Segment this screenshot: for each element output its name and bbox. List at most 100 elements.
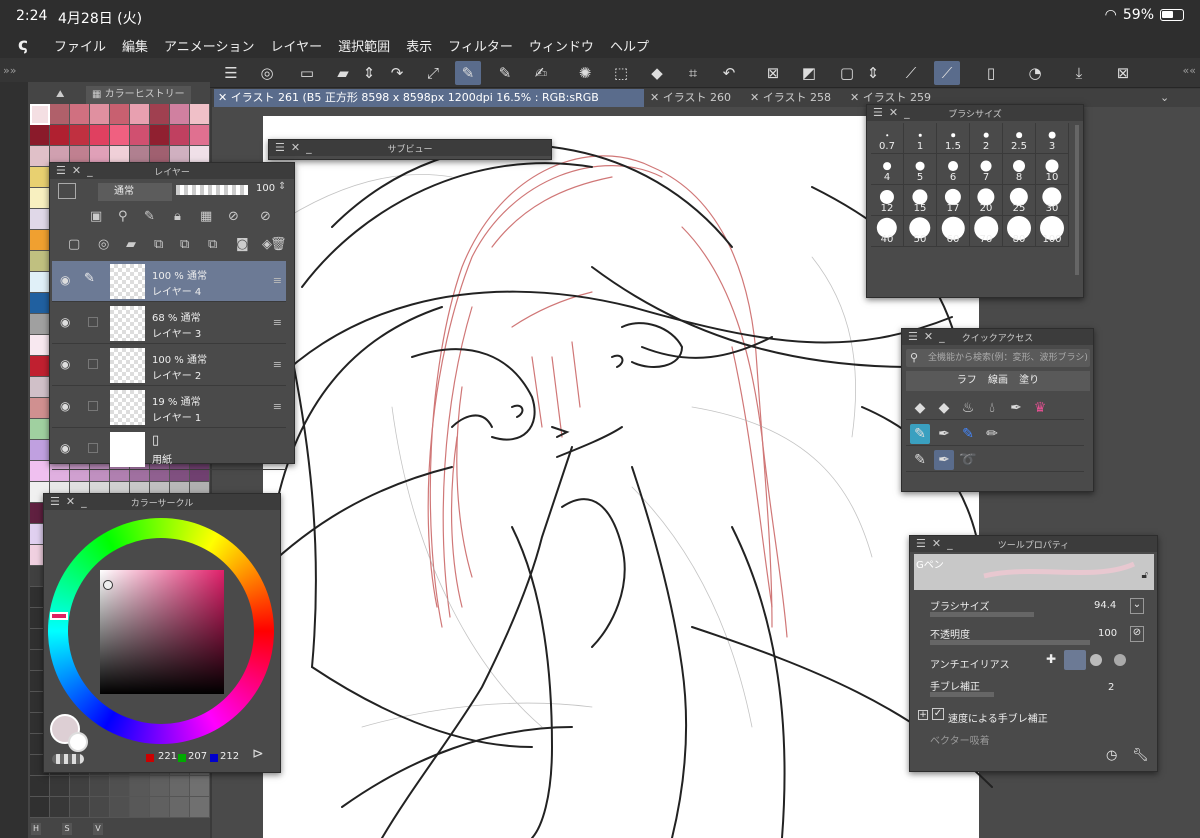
tool-c-icon[interactable]: ✍	[528, 61, 554, 85]
collapse-right-icon[interactable]: ««	[1183, 64, 1196, 77]
brush-size-cell[interactable]: 3	[1036, 123, 1069, 154]
color-swatch[interactable]	[30, 104, 50, 125]
layer-color-icon[interactable]	[58, 183, 76, 199]
layer-checkbox[interactable]	[88, 401, 98, 411]
color-swatch[interactable]	[90, 776, 110, 797]
layer-menu-icon[interactable]: ≡	[273, 274, 282, 287]
brush-size-cell[interactable]: 6	[937, 154, 970, 185]
color-history-tab[interactable]: ▦ カラーヒストリー	[86, 86, 191, 104]
clip-studio-icon[interactable]: ◎	[254, 61, 280, 85]
color-swatch[interactable]	[90, 797, 110, 818]
water-icon[interactable]: 💧︎	[982, 398, 1002, 418]
new-raster-icon[interactable]: ▢	[68, 237, 80, 252]
play-circle-icon[interactable]: ⊳	[252, 746, 264, 762]
brush-size-cell[interactable]: 30	[1036, 185, 1069, 216]
blend-tool-icon[interactable]: ♨	[958, 398, 978, 418]
blend-mode-select[interactable]: 通常	[98, 183, 172, 201]
paper-layer-row[interactable]: ◉ ▯ 用紙	[52, 429, 286, 470]
resize-icon[interactable]: ⤢	[420, 61, 446, 85]
doc-tab-260[interactable]: ✕ イラスト 260	[646, 89, 742, 107]
brush-size-cell[interactable]: 20	[970, 185, 1003, 216]
new-folder-icon[interactable]: ▰	[126, 237, 136, 252]
brush-size-cell[interactable]: 15	[904, 185, 937, 216]
open-folder-icon[interactable]: ▰	[330, 61, 356, 85]
brush-size-cell[interactable]: 40	[871, 216, 904, 247]
color-swatch[interactable]	[70, 797, 90, 818]
brush-size-scrollbar[interactable]	[1075, 125, 1079, 275]
cake-icon[interactable]: ♛	[1030, 398, 1050, 418]
antialias-weak-icon[interactable]	[1064, 650, 1086, 670]
menu-view[interactable]: 表示	[398, 36, 440, 55]
transfer-down-icon[interactable]: ⧉	[154, 237, 163, 252]
color-swatch[interactable]	[30, 251, 50, 272]
brush-size-cell[interactable]: 2	[970, 123, 1003, 154]
color-swatch[interactable]	[70, 776, 90, 797]
layer-row[interactable]: ◉ 19 % 通常 レイヤー 1 ≡	[52, 387, 286, 428]
collapse-left-icon[interactable]: »»	[3, 64, 16, 77]
color-swatch[interactable]	[50, 797, 70, 818]
layer-menu-icon[interactable]: ≡	[273, 400, 282, 413]
quick-set-selector[interactable]: ラフ 線画 塗り	[906, 371, 1090, 391]
selection-border-icon[interactable]: ▢	[834, 61, 860, 85]
speed-stab-checkbox[interactable]: ✓	[932, 708, 944, 720]
lasso-icon[interactable]: ➰	[958, 450, 978, 470]
color-swatch[interactable]	[30, 167, 50, 188]
menu-edit[interactable]: 編集	[114, 36, 156, 55]
layer-checkbox[interactable]	[88, 359, 98, 369]
quick-access-titlebar[interactable]: ☰✕_ クイックアクセス	[902, 329, 1093, 345]
color-swatch[interactable]	[70, 104, 90, 125]
menu-selection[interactable]: 選択範囲	[330, 36, 398, 55]
deselect-icon[interactable]: ⊠	[760, 61, 786, 85]
reference-icon[interactable]: ⚲	[118, 209, 128, 224]
brush-size-cell[interactable]: 7	[970, 154, 1003, 185]
visibility-eye-icon[interactable]: ◉	[60, 441, 70, 455]
color-swatch[interactable]	[190, 797, 210, 818]
transform-icon[interactable]: ⌗	[680, 61, 706, 85]
brush-size-cell[interactable]: 60	[937, 216, 970, 247]
pencil-icon[interactable]: ✏	[982, 424, 1002, 444]
menu-help[interactable]: ヘルプ	[602, 36, 657, 55]
color-swatch[interactable]	[170, 797, 190, 818]
brush-size-cell[interactable]: 8	[1003, 154, 1036, 185]
wrench-icon[interactable]: 🔧︎	[1132, 748, 1149, 763]
color-swatch[interactable]	[190, 125, 210, 146]
menu-hamburger-icon[interactable]: ☰	[218, 61, 244, 85]
stabilization-value[interactable]: 2	[1108, 682, 1114, 693]
color-swatch[interactable]	[30, 209, 50, 230]
brush-size-titlebar[interactable]: ☰✕_ ブラシサイズ	[867, 105, 1083, 121]
fill-icon[interactable]: ◆	[644, 61, 670, 85]
brush-size-cell[interactable]: 70	[970, 216, 1003, 247]
loading-icon[interactable]: ✺	[572, 61, 598, 85]
stepper2-icon[interactable]: ⇕	[860, 61, 886, 85]
new-file-icon[interactable]: ▭	[294, 61, 320, 85]
quick-search-input[interactable]: ⚲ 全機能から検索(例：変形、波形ブラシ)	[906, 349, 1090, 367]
export-icon[interactable]: ⤓	[1066, 61, 1092, 85]
color-swatch[interactable]	[30, 356, 50, 377]
brush-icon[interactable]: ✎	[910, 450, 930, 470]
brush-size-cell[interactable]: 80	[1003, 216, 1036, 247]
menu-filter[interactable]: フィルター	[440, 36, 521, 55]
color-swatch[interactable]	[30, 293, 50, 314]
color-swatch[interactable]	[90, 125, 110, 146]
g-pen-icon[interactable]: ✒	[934, 450, 954, 470]
mask-enable-icon[interactable]: ⊘	[228, 209, 239, 224]
color-swatch[interactable]	[50, 776, 70, 797]
tool-a-icon[interactable]: ✎	[455, 61, 481, 85]
eyedropper-icon[interactable]: ✒	[1006, 398, 1026, 418]
color-swatch[interactable]	[190, 104, 210, 125]
transparent-swatch[interactable]	[52, 754, 84, 764]
new-vector-icon[interactable]: ◎	[98, 237, 109, 252]
color-swatch[interactable]	[170, 104, 190, 125]
color-swatch[interactable]	[130, 104, 150, 125]
lock-alpha-icon[interactable]: ▦	[200, 209, 212, 224]
stabilization-slider[interactable]	[930, 692, 994, 697]
color-swatch[interactable]	[130, 776, 150, 797]
pen-selected-icon[interactable]: ✎	[910, 424, 930, 444]
layer-row[interactable]: ◉ 100 % 通常 レイヤー 2 ≡	[52, 345, 286, 386]
ruler-show-icon[interactable]: ⊘	[260, 209, 271, 224]
eraser-soft-icon[interactable]: ◆	[934, 398, 954, 418]
antialias-mid-icon[interactable]	[1090, 654, 1102, 666]
color-swatch[interactable]	[30, 797, 50, 818]
color-swatch[interactable]	[30, 146, 50, 167]
tool-reset-icon[interactable]: ◷	[1106, 748, 1117, 763]
